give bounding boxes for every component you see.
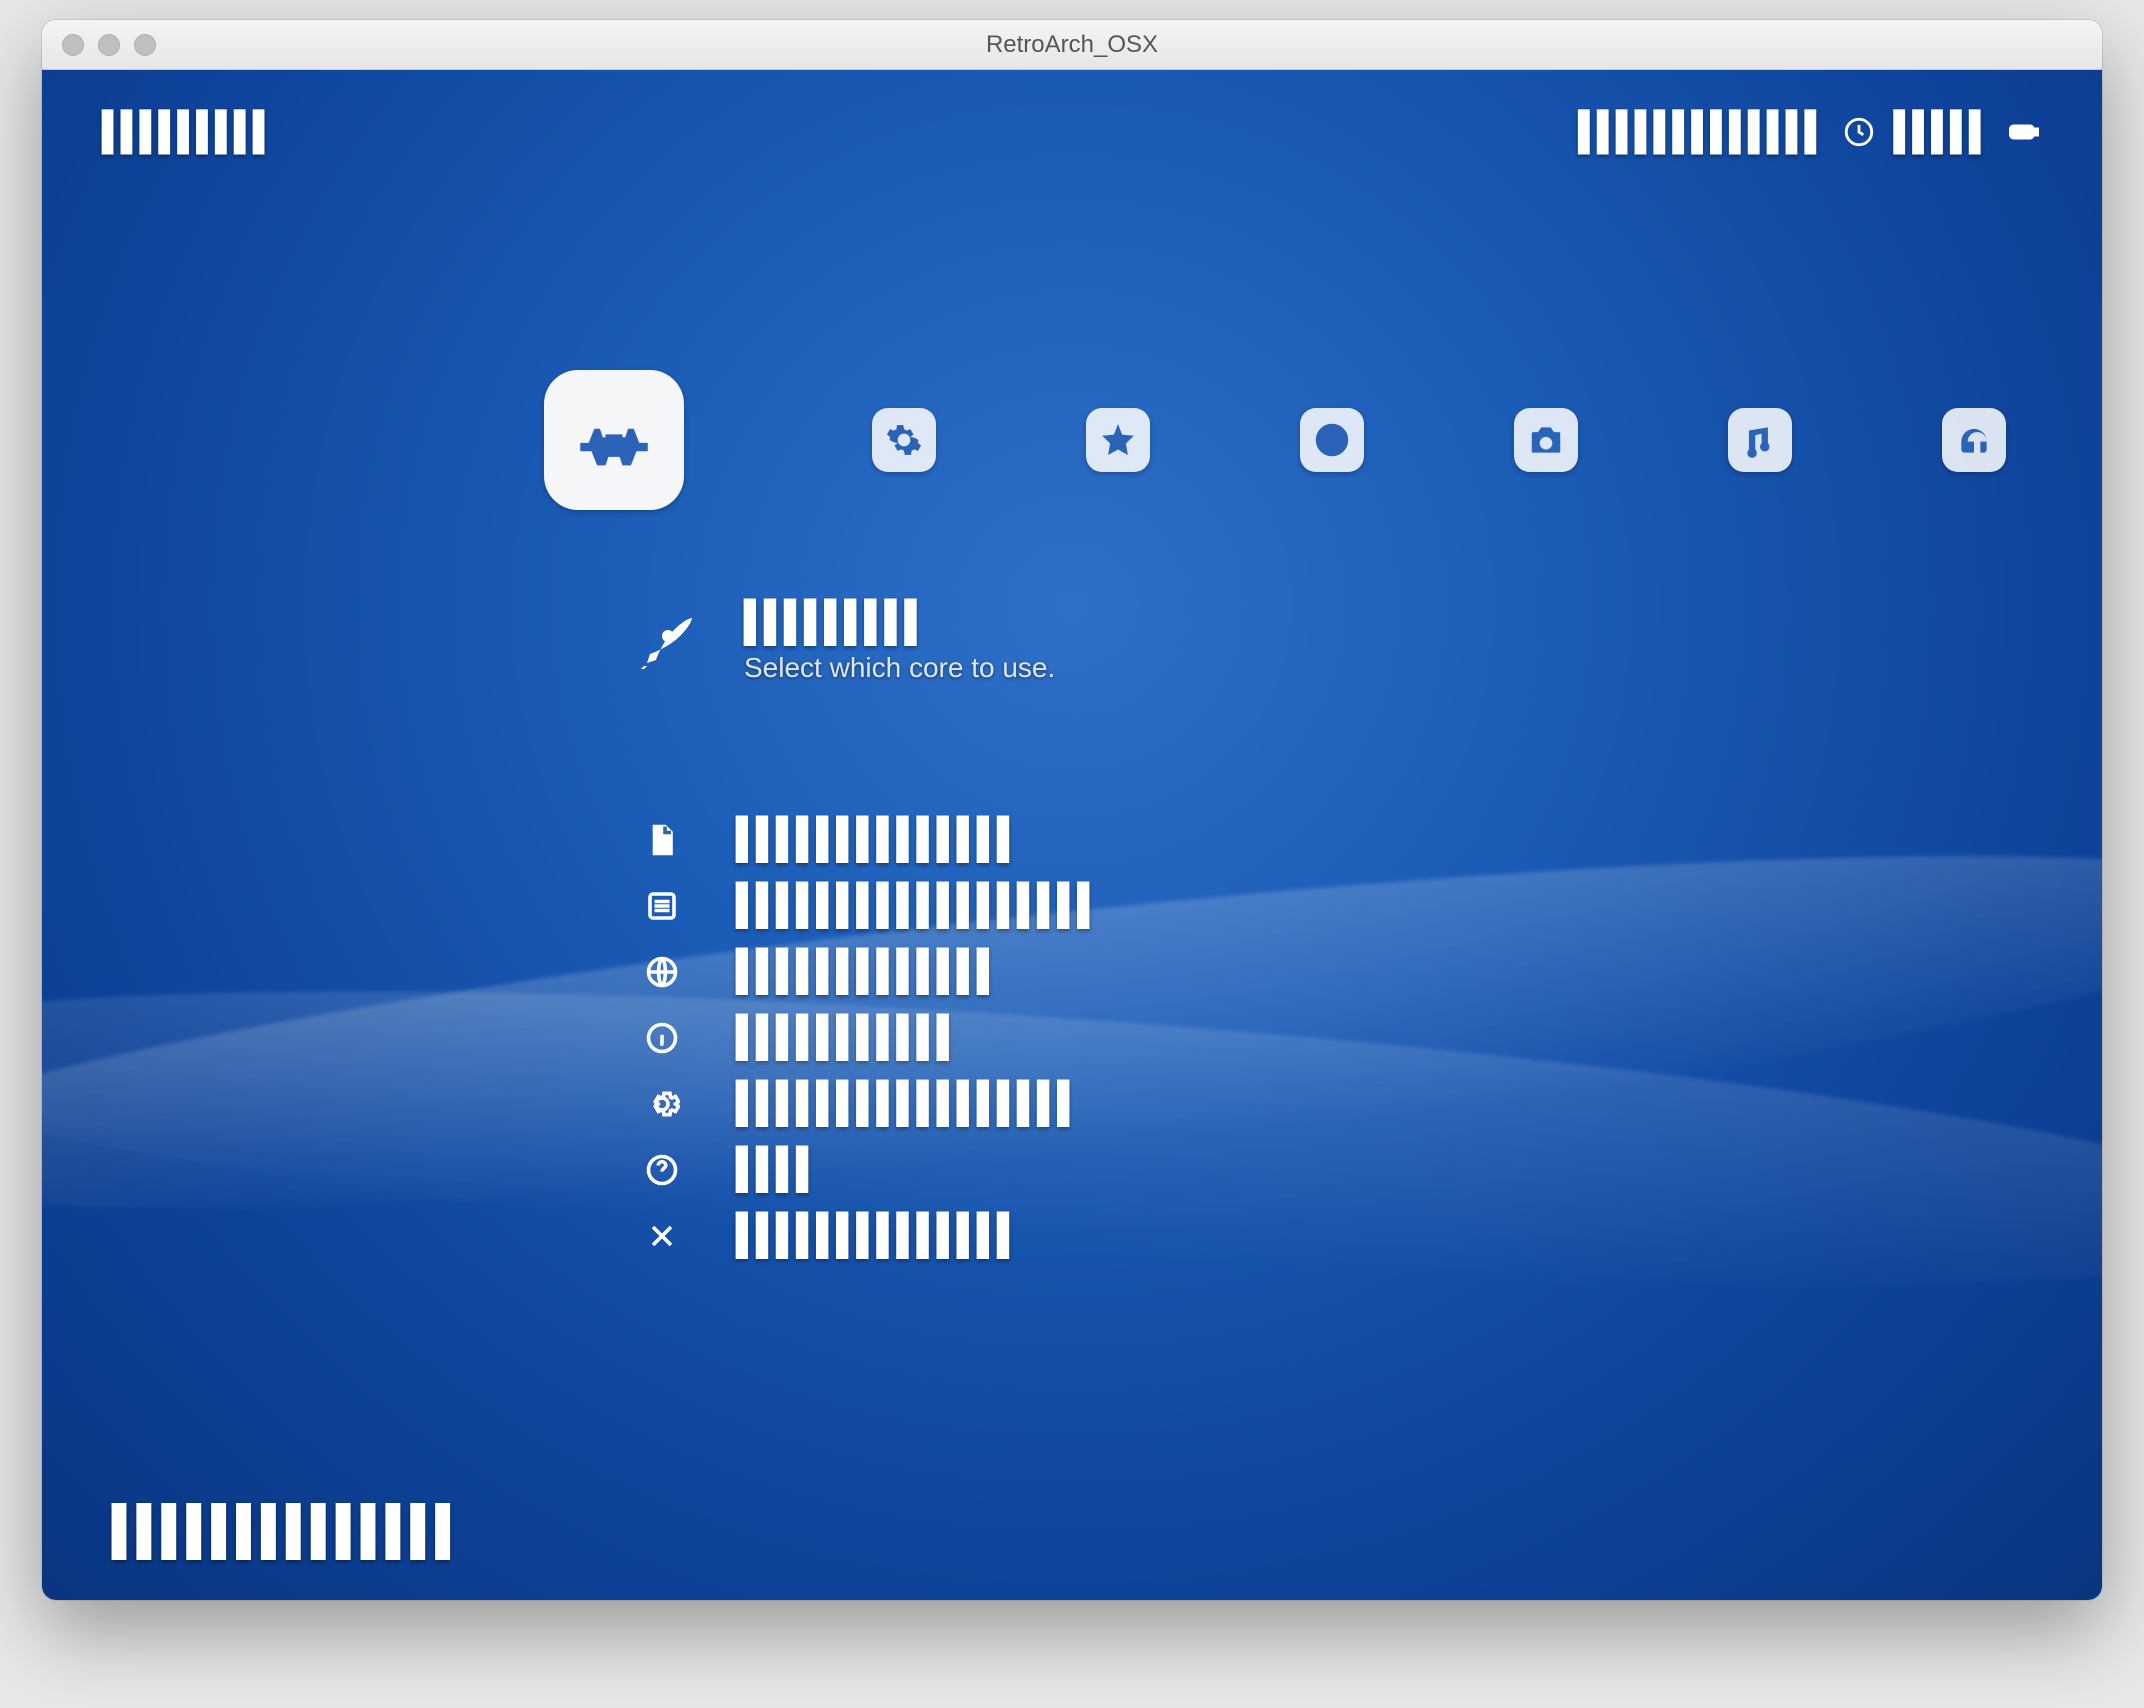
retroarch-logo-icon	[569, 395, 659, 485]
list-item[interactable]: ▌▌▌▌▌▌▌▌▌▌▌▌▌	[642, 952, 1097, 992]
list-icon	[642, 886, 682, 926]
rocket-icon	[632, 606, 704, 678]
file-icon	[642, 820, 682, 860]
hud-header-left: ▌▌▌▌▌▌▌▌▌	[102, 110, 272, 154]
window-title: RetroArch_OSX	[42, 31, 2102, 59]
battery-icon	[2006, 114, 2042, 150]
selected-item-description: Select which core to use.	[744, 652, 1055, 683]
nav-netplay[interactable]	[1942, 408, 2006, 472]
hud-header: ▌▌▌▌▌▌▌▌▌ ▌▌▌▌▌▌▌▌▌▌▌▌▌ ▌▌▌▌▌	[102, 110, 2042, 154]
help-icon	[642, 1150, 682, 1190]
nav-settings[interactable]	[872, 408, 936, 472]
clock-icon	[1842, 115, 1876, 149]
list-item[interactable]: ▌▌▌▌▌▌▌▌▌▌▌▌▌▌▌▌▌▌	[642, 886, 1097, 926]
configuration-icon	[642, 1084, 682, 1124]
list-item-label: ▌▌▌▌▌▌▌▌▌▌▌▌▌▌	[736, 820, 1017, 860]
nav-music[interactable]	[1728, 408, 1792, 472]
retroarch-viewport: ▌▌▌▌▌▌▌▌▌ ▌▌▌▌▌▌▌▌▌▌▌▌▌ ▌▌▌▌▌	[42, 70, 2102, 1600]
hud-footer: ▌▌▌▌▌▌▌▌▌▌▌▌▌▌	[112, 1504, 461, 1560]
nav-history[interactable]	[1300, 408, 1364, 472]
list-item-label: ▌▌▌▌	[736, 1150, 816, 1190]
nav-main-menu[interactable]	[544, 370, 684, 510]
selected-item-text: ▌▌▌▌▌▌▌▌▌ Select which core to use.	[744, 600, 1055, 684]
xmb-nav-row	[42, 370, 2102, 510]
clock-icon	[1313, 421, 1351, 459]
list-item-label: ▌▌▌▌▌▌▌▌▌▌▌▌▌▌▌▌▌	[736, 1084, 1077, 1124]
hud-footer-text: ▌▌▌▌▌▌▌▌▌▌▌▌▌▌	[112, 1504, 461, 1560]
star-icon	[1099, 421, 1137, 459]
list-item[interactable]: ▌▌▌▌▌▌▌▌▌▌▌	[642, 1018, 1097, 1058]
list-item-label: ▌▌▌▌▌▌▌▌▌▌▌▌▌▌▌▌▌▌	[736, 886, 1097, 926]
main-menu-list: ▌▌▌▌▌▌▌▌▌▌▌▌▌▌ ▌▌▌▌▌▌▌▌▌▌▌▌▌▌▌▌▌▌ ▌▌▌▌▌▌…	[642, 820, 1097, 1256]
nav-images[interactable]	[1514, 408, 1578, 472]
close-icon	[642, 1216, 682, 1256]
headset-icon	[1955, 421, 1993, 459]
list-item[interactable]: ▌▌▌▌▌▌▌▌▌▌▌▌▌▌▌▌▌	[642, 1084, 1097, 1124]
list-item[interactable]: ▌▌▌▌▌▌▌▌▌▌▌▌▌▌	[642, 1216, 1097, 1256]
hud-datetime: ▌▌▌▌▌▌▌▌▌▌▌▌▌	[1578, 110, 1823, 154]
camera-icon	[1527, 421, 1565, 459]
list-item-label: ▌▌▌▌▌▌▌▌▌▌▌▌▌▌	[736, 1216, 1017, 1256]
nav-favorites[interactable]	[1086, 408, 1150, 472]
hud-battery-text: ▌▌▌▌▌	[1894, 110, 1988, 154]
list-item[interactable]: ▌▌▌▌▌▌▌▌▌▌▌▌▌▌	[642, 820, 1097, 860]
list-item-label: ▌▌▌▌▌▌▌▌▌▌▌	[736, 1018, 957, 1058]
selected-item[interactable]: ▌▌▌▌▌▌▌▌▌ Select which core to use.	[632, 600, 1055, 684]
globe-icon	[642, 952, 682, 992]
music-note-icon	[1741, 421, 1779, 459]
titlebar[interactable]: RetroArch_OSX	[42, 20, 2102, 70]
gears-icon	[885, 421, 923, 459]
mac-window: RetroArch_OSX ▌▌▌▌▌▌▌▌▌ ▌▌▌▌▌▌▌▌▌▌▌▌▌ ▌▌…	[42, 20, 2102, 1600]
hud-header-right: ▌▌▌▌▌▌▌▌▌▌▌▌▌ ▌▌▌▌▌	[1578, 110, 2042, 154]
list-item-label: ▌▌▌▌▌▌▌▌▌▌▌▌▌	[736, 952, 997, 992]
info-icon	[642, 1018, 682, 1058]
list-item[interactable]: ▌▌▌▌	[642, 1150, 1097, 1190]
selected-item-title: ▌▌▌▌▌▌▌▌▌	[744, 600, 1055, 646]
